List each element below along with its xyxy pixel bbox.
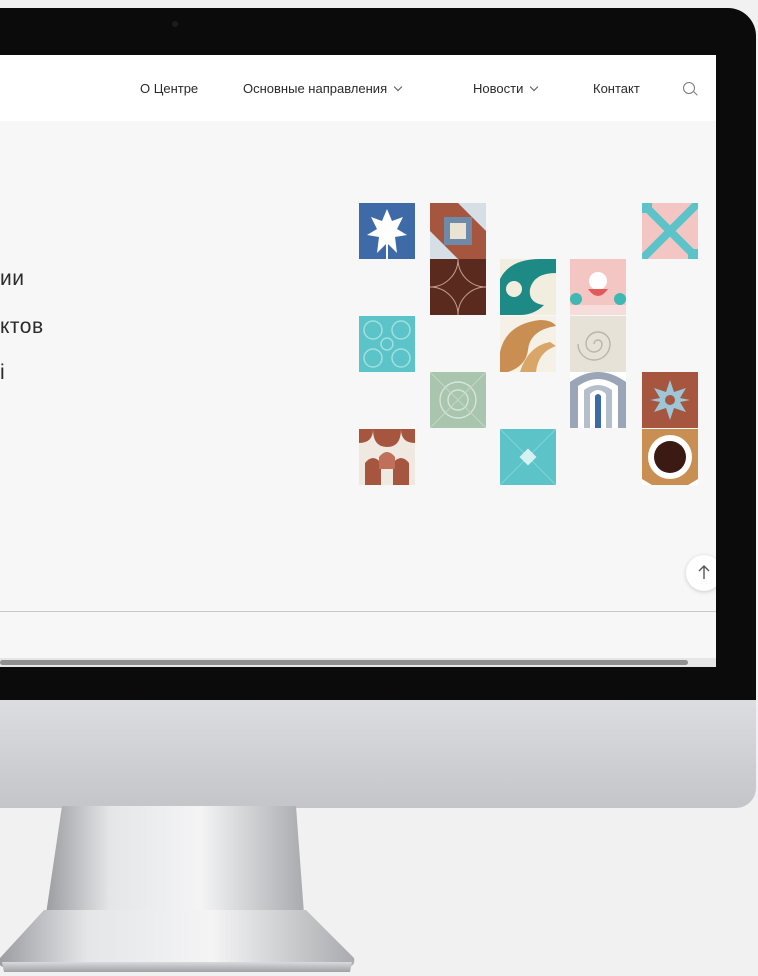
- geometric-tile: [430, 203, 486, 259]
- search-icon[interactable]: [683, 82, 695, 94]
- hero-title-line-1: ии: [0, 267, 25, 290]
- pink-ornament-tile: [570, 259, 626, 315]
- horizontal-scrollbar[interactable]: [0, 658, 716, 667]
- blue-leaf-tile: [359, 203, 415, 259]
- arch-stripes-tile: [570, 372, 626, 428]
- hero-title-line-3: і: [0, 361, 6, 384]
- site-header: О Центре Основные направления Новости Ко…: [0, 55, 716, 121]
- content-divider: [0, 611, 716, 612]
- monitor-stand: [0, 806, 355, 972]
- nav-item-contact-label: Контакт: [593, 81, 640, 96]
- rust-shapes-tile: [359, 429, 415, 485]
- snowflake-tile: [642, 372, 698, 428]
- imac-monitor: О Центре Основные направления Новости Ко…: [0, 0, 758, 976]
- website-screen: О Центре Основные направления Новости Ко…: [0, 55, 716, 667]
- teal-diamond-tile: [500, 429, 556, 485]
- hero-title-line-2: ктов: [0, 315, 44, 338]
- dark-circle-tile: [642, 429, 698, 485]
- nav-item-about-label: О Центре: [140, 81, 199, 96]
- scroll-to-top-button[interactable]: [686, 555, 716, 591]
- brown-circles-tile: [430, 259, 486, 315]
- chevron-down-icon: [393, 82, 403, 92]
- nav-item-news[interactable]: Новости: [473, 81, 539, 96]
- teal-spiral-tile: [359, 316, 415, 372]
- arrow-up-icon: [698, 565, 710, 579]
- grey-spiral-tile: [570, 316, 626, 372]
- nav-item-about[interactable]: О Центре: [140, 81, 198, 96]
- monitor-chin: [0, 700, 756, 808]
- green-wave-tile: [500, 259, 556, 315]
- camera-icon: [172, 21, 178, 27]
- nav-item-directions-label: Основные направления: [243, 81, 388, 96]
- scrollbar-thumb[interactable]: [0, 660, 688, 665]
- chevron-down-icon: [530, 82, 539, 92]
- nav-item-news-label: Новости: [473, 81, 524, 96]
- tan-wave-tile: [500, 316, 556, 372]
- pink-cross-tile: [642, 203, 698, 259]
- nav-item-directions[interactable]: Основные направления: [243, 81, 403, 96]
- nav-item-contact[interactable]: Контакт: [593, 81, 640, 96]
- sage-circle-tile: [430, 372, 486, 428]
